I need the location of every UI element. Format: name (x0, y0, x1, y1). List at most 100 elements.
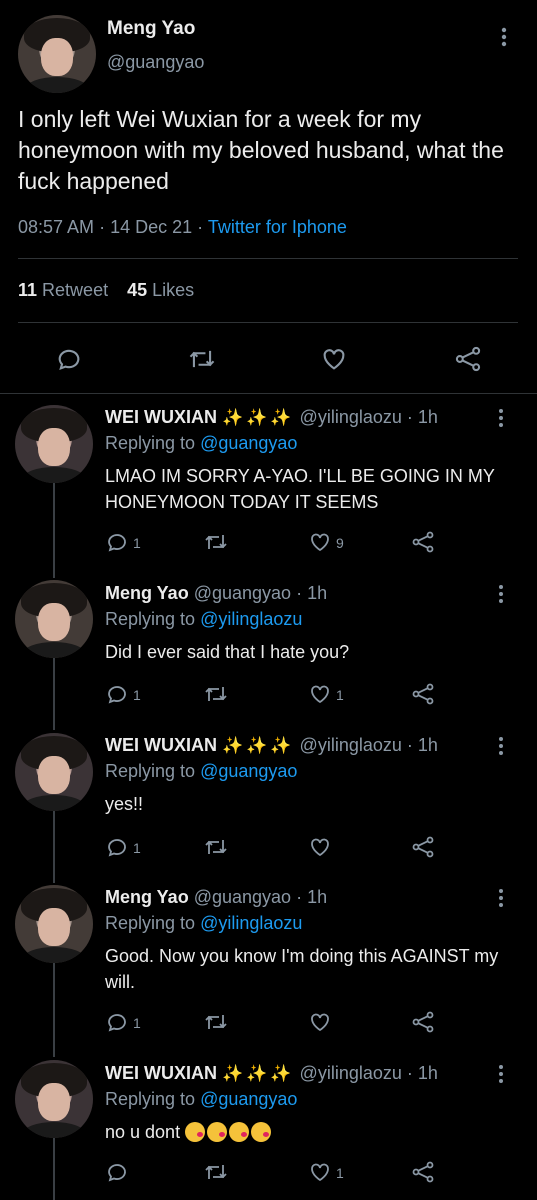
author-handle[interactable]: @guangyao (194, 887, 291, 907)
replying-to-link[interactable]: @guangyao (200, 1089, 297, 1109)
author-name[interactable]: Meng Yao (105, 887, 189, 907)
share-icon[interactable] (410, 1010, 436, 1034)
retweet-icon[interactable] (203, 530, 229, 554)
reply-icon[interactable] (105, 682, 129, 706)
reply-text: Did I ever said that I hate you? (105, 642, 350, 662)
kebab-icon[interactable] (495, 408, 507, 428)
retweet-icon[interactable] (203, 682, 229, 706)
kebab-icon[interactable] (495, 736, 507, 756)
reply-icon[interactable] (105, 1160, 129, 1184)
tweet-time: 1h (417, 735, 438, 755)
replying-label: Replying to (105, 609, 196, 629)
divider (18, 322, 518, 323)
thread-line (53, 483, 55, 578)
retweet-icon[interactable] (187, 345, 217, 373)
like-count: 9 (336, 535, 344, 551)
kebab-icon[interactable] (495, 584, 507, 604)
sparkles-emoji: ✨✨✨ (222, 408, 295, 427)
kebab-icon[interactable] (495, 1064, 507, 1084)
author-handle[interactable]: @guangyao (107, 52, 204, 73)
avatar[interactable] (15, 405, 93, 483)
replying-label: Replying to (105, 1089, 196, 1109)
retweet-icon[interactable] (203, 1160, 229, 1184)
share-icon[interactable] (410, 835, 436, 859)
replying-to-link[interactable]: @yilinglaozu (200, 609, 302, 629)
tweet-time: 1h (307, 887, 328, 907)
like-count: 1 (336, 687, 344, 703)
likes-count[interactable]: 45 (127, 280, 147, 300)
retweet-label[interactable]: Retweet (42, 280, 108, 300)
divider (18, 258, 518, 259)
tweet-time: 1h (307, 583, 328, 603)
tweet-source-link[interactable]: Twitter for Iphone (208, 217, 347, 237)
like-icon[interactable] (308, 682, 332, 706)
reply-icon[interactable] (55, 345, 83, 373)
wink-emoji (185, 1122, 206, 1142)
replying-to-link[interactable]: @guangyao (200, 433, 297, 453)
replying-label: Replying to (105, 433, 196, 453)
replying-to-link[interactable]: @yilinglaozu (200, 913, 302, 933)
tweet-time: 08:57 AM (18, 217, 95, 237)
avatar[interactable] (15, 885, 93, 963)
like-icon[interactable] (308, 835, 332, 859)
engagement-counts: 11 Retweet 45 Likes (18, 280, 208, 301)
thread-line (53, 657, 55, 730)
tweet-date: 14 Dec 21 (110, 217, 193, 237)
author-handle[interactable]: @yilinglaozu (300, 735, 402, 755)
replying-label: Replying to (105, 761, 196, 781)
replying-to-link[interactable]: @guangyao (200, 761, 297, 781)
divider (0, 393, 537, 394)
kebab-icon[interactable] (497, 26, 511, 48)
sparkles-emoji: ✨✨✨ (222, 736, 295, 755)
author-name[interactable]: Meng Yao (105, 583, 189, 603)
author-handle[interactable]: @guangyao (194, 583, 291, 603)
reply-icon[interactable] (105, 530, 129, 554)
share-icon[interactable] (410, 530, 436, 554)
tweet-text: I only left Wei Wuxian for a week for my… (18, 106, 504, 194)
reply-text: no u dont (105, 1119, 505, 1145)
share-icon[interactable] (453, 345, 483, 373)
reply-icon[interactable] (105, 1010, 129, 1034)
reply-count: 1 (133, 687, 141, 703)
avatar[interactable] (15, 733, 93, 811)
author-name[interactable]: WEI WUXIAN (105, 1063, 217, 1083)
tweet-time: 1h (417, 407, 438, 427)
kiss-emoji (251, 1122, 272, 1142)
thread-line (53, 810, 55, 883)
author-name[interactable]: Meng Yao (107, 18, 195, 40)
share-icon[interactable] (410, 1160, 436, 1184)
retweet-icon[interactable] (203, 835, 229, 859)
reply-text: yes!! (105, 794, 144, 814)
reply-icon[interactable] (105, 835, 129, 859)
reply-count: 1 (133, 1015, 141, 1031)
reply-count: 1 (133, 535, 141, 551)
like-icon[interactable] (320, 345, 348, 373)
tweet-meta: 08:57 AM · 14 Dec 21 · Twitter for Iphon… (18, 217, 347, 237)
like-icon[interactable] (308, 1010, 332, 1034)
author-handle[interactable]: @yilinglaozu (300, 407, 402, 427)
reply-text: LMAO IM SORRY A-YAO. I'LL BE GOING IN MY… (105, 466, 495, 512)
kiss-emoji (229, 1122, 250, 1142)
emoji-group (185, 1122, 273, 1142)
author-name[interactable]: WEI WUXIAN (105, 735, 217, 755)
kebab-icon[interactable] (495, 888, 507, 908)
avatar[interactable] (15, 1060, 93, 1138)
tweet-time: 1h (417, 1063, 438, 1083)
reply-count: 1 (133, 840, 141, 856)
kiss-emoji (207, 1122, 228, 1142)
sparkles-emoji: ✨✨✨ (222, 1064, 295, 1083)
author-name[interactable]: WEI WUXIAN (105, 407, 217, 427)
thread-line (53, 1137, 55, 1200)
author-handle[interactable]: @yilinglaozu (300, 1063, 402, 1083)
retweet-count[interactable]: 11 (18, 280, 37, 300)
reply-text-content: no u dont (105, 1122, 181, 1142)
replying-label: Replying to (105, 913, 196, 933)
share-icon[interactable] (410, 682, 436, 706)
like-icon[interactable] (308, 1160, 332, 1184)
avatar[interactable] (18, 15, 96, 93)
thread-line (53, 962, 55, 1057)
avatar[interactable] (15, 580, 93, 658)
retweet-icon[interactable] (203, 1010, 229, 1034)
like-icon[interactable] (308, 530, 332, 554)
likes-label[interactable]: Likes (152, 280, 194, 300)
